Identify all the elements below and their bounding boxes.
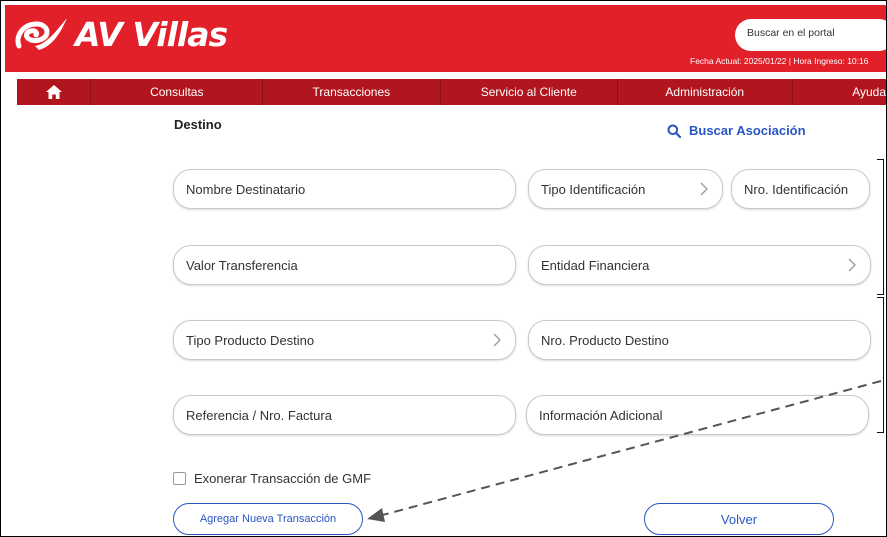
gmf-label: Exonerar Transacción de GMF — [194, 471, 372, 486]
gmf-checkbox[interactable] — [173, 472, 186, 485]
add-transaction-button[interactable]: Agregar Nueva Transacción — [173, 503, 363, 535]
gmf-exemption-option[interactable]: Exonerar Transacción de GMF — [173, 471, 371, 486]
page-frame: AV Villas Buscar en el portal Fecha Actu… — [0, 0, 887, 537]
back-button[interactable]: Volver — [644, 503, 834, 535]
annotation-arrow — [367, 380, 882, 522]
